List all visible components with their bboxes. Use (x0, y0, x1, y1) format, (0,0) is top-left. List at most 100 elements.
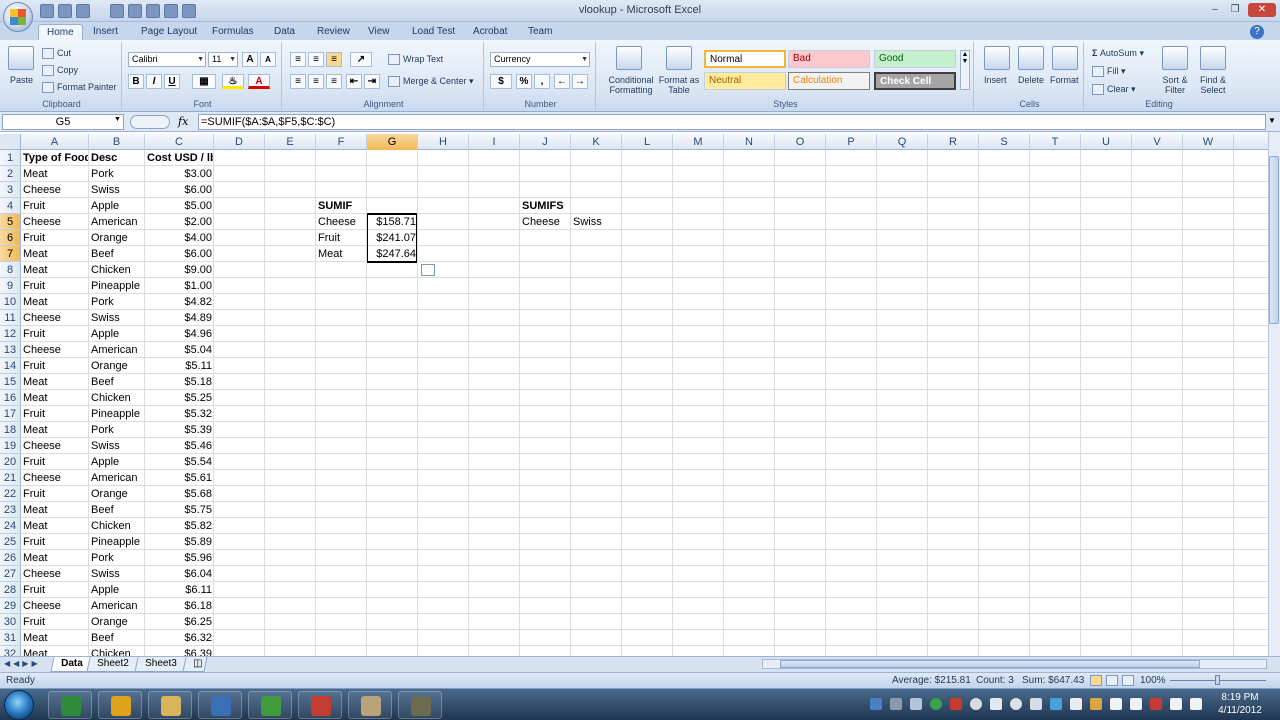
cell-c30[interactable]: $6.25 (145, 614, 214, 630)
binoculars-icon[interactable] (1200, 46, 1226, 70)
cell-j4[interactable]: SUMIFS (520, 198, 571, 214)
cell-c25[interactable]: $5.89 (145, 534, 214, 550)
fill-button[interactable]: Fill ▾ (1092, 66, 1126, 78)
tray-icon[interactable] (950, 698, 962, 710)
cell-c18[interactable]: $5.39 (145, 422, 214, 438)
cell-c3[interactable]: $6.00 (145, 182, 214, 198)
insert-cells-icon[interactable] (984, 46, 1010, 70)
tray-icon[interactable] (1030, 698, 1042, 710)
row-header[interactable]: 14 (0, 358, 21, 374)
normal-view-icon[interactable] (1090, 675, 1102, 686)
cell-c31[interactable]: $6.32 (145, 630, 214, 646)
minimize-icon[interactable]: – (1206, 3, 1224, 17)
font-size-select[interactable]: 11 ▼ (208, 52, 238, 67)
cell-g7[interactable]: $247.64 (367, 246, 418, 262)
sheet-nav-arrows-icon[interactable]: ◀◀▶▶ (4, 659, 41, 668)
cell-a31[interactable]: Meat (21, 630, 89, 646)
align-right-icon[interactable]: ≡ (326, 74, 342, 89)
insert-cells-button[interactable]: Insert (984, 75, 1007, 85)
cell-a12[interactable]: Fruit (21, 326, 89, 342)
grow-font-icon[interactable]: A (242, 52, 258, 67)
sheet-tab-sheet3[interactable]: Sheet3 (134, 657, 188, 672)
office-button[interactable] (3, 2, 33, 32)
cell-b26[interactable]: Pork (89, 550, 145, 566)
cell-a4[interactable]: Fruit (21, 198, 89, 214)
sheet-tab-sheet2[interactable]: Sheet2 (86, 657, 140, 672)
cell-b3[interactable]: Swiss (89, 182, 145, 198)
cell-b31[interactable]: Beef (89, 630, 145, 646)
cell-b15[interactable]: Beef (89, 374, 145, 390)
start-orb-icon[interactable] (4, 690, 34, 720)
row-header[interactable]: 12 (0, 326, 21, 342)
select-all-corner[interactable] (0, 134, 21, 150)
column-header-p[interactable]: P (826, 134, 877, 150)
taskbar-folder-button[interactable] (348, 691, 392, 719)
cell-a9[interactable]: Fruit (21, 278, 89, 294)
cell-c1[interactable]: Cost USD / lb (145, 150, 214, 166)
cell-b6[interactable]: Orange (89, 230, 145, 246)
taskbar-media-button[interactable] (398, 691, 442, 719)
cell-a26[interactable]: Meat (21, 550, 89, 566)
tab-view[interactable]: View (360, 24, 398, 40)
row-header[interactable]: 31 (0, 630, 21, 646)
cell-b4[interactable]: Apple (89, 198, 145, 214)
cell-f6[interactable]: Fruit (316, 230, 367, 246)
cell-c19[interactable]: $5.46 (145, 438, 214, 454)
taskbar-explorer-button[interactable] (148, 691, 192, 719)
cell-a15[interactable]: Meat (21, 374, 89, 390)
tray-icon[interactable] (970, 698, 982, 710)
cell-a32[interactable]: Meat (21, 646, 89, 656)
zoom-slider-thumb[interactable] (1215, 675, 1220, 685)
column-header-u[interactable]: U (1081, 134, 1132, 150)
row-header[interactable]: 9 (0, 278, 21, 294)
row-header[interactable]: 1 (0, 150, 21, 166)
cell-b24[interactable]: Chicken (89, 518, 145, 534)
column-header-d[interactable]: D (214, 134, 265, 150)
close-icon[interactable]: ✕ (1248, 3, 1276, 17)
cell-c28[interactable]: $6.11 (145, 582, 214, 598)
align-center-icon[interactable]: ≡ (308, 74, 324, 89)
cell-c15[interactable]: $5.18 (145, 374, 214, 390)
row-header[interactable]: 24 (0, 518, 21, 534)
row-header[interactable]: 3 (0, 182, 21, 198)
align-left-icon[interactable]: ≡ (290, 74, 306, 89)
cell-a17[interactable]: Fruit (21, 406, 89, 422)
tab-review[interactable]: Review (309, 24, 358, 40)
style-good[interactable]: Good (874, 50, 956, 68)
tray-icon[interactable] (1110, 698, 1122, 710)
save-icon[interactable] (40, 4, 54, 18)
cell-g6[interactable]: $241.07 (367, 230, 418, 246)
cell-g5[interactable]: $158.71 (367, 214, 418, 230)
row-header[interactable]: 6 (0, 230, 21, 246)
cell-c26[interactable]: $5.96 (145, 550, 214, 566)
zoom-level[interactable]: 100% (1140, 675, 1166, 686)
cell-c21[interactable]: $5.61 (145, 470, 214, 486)
cell-b25[interactable]: Pineapple (89, 534, 145, 550)
row-header[interactable]: 23 (0, 502, 21, 518)
undo-icon[interactable] (58, 4, 72, 18)
paste-options-icon[interactable] (421, 264, 435, 276)
taskbar-utorrent-button[interactable] (248, 691, 292, 719)
conditional-formatting-button[interactable]: Conditional Formatting (602, 75, 660, 95)
cell-c24[interactable]: $5.82 (145, 518, 214, 534)
volume-icon[interactable] (1170, 698, 1182, 710)
taskbar-excel-button[interactable] (48, 691, 92, 719)
increase-indent-icon[interactable]: ⇥ (364, 74, 380, 89)
row-header[interactable]: 26 (0, 550, 21, 566)
cell-a25[interactable]: Fruit (21, 534, 89, 550)
tab-acrobat[interactable]: Acrobat (465, 24, 515, 40)
cell-a8[interactable]: Meat (21, 262, 89, 278)
merge-center-button[interactable]: Merge & Center ▾ (388, 76, 474, 88)
tray-icon[interactable] (1050, 698, 1062, 710)
cell-c29[interactable]: $6.18 (145, 598, 214, 614)
format-painter-button[interactable]: Format Painter (42, 82, 117, 94)
underline-button[interactable]: U (164, 74, 180, 89)
paste-button[interactable]: Paste (10, 75, 33, 85)
tab-insert[interactable]: Insert (85, 24, 126, 40)
name-box[interactable]: G5 (2, 114, 124, 130)
delete-cells-button[interactable]: Delete (1018, 75, 1044, 85)
column-header-r[interactable]: R (928, 134, 979, 150)
bold-button[interactable]: B (128, 74, 144, 89)
cell-c10[interactable]: $4.82 (145, 294, 214, 310)
column-header-h[interactable]: H (418, 134, 469, 150)
